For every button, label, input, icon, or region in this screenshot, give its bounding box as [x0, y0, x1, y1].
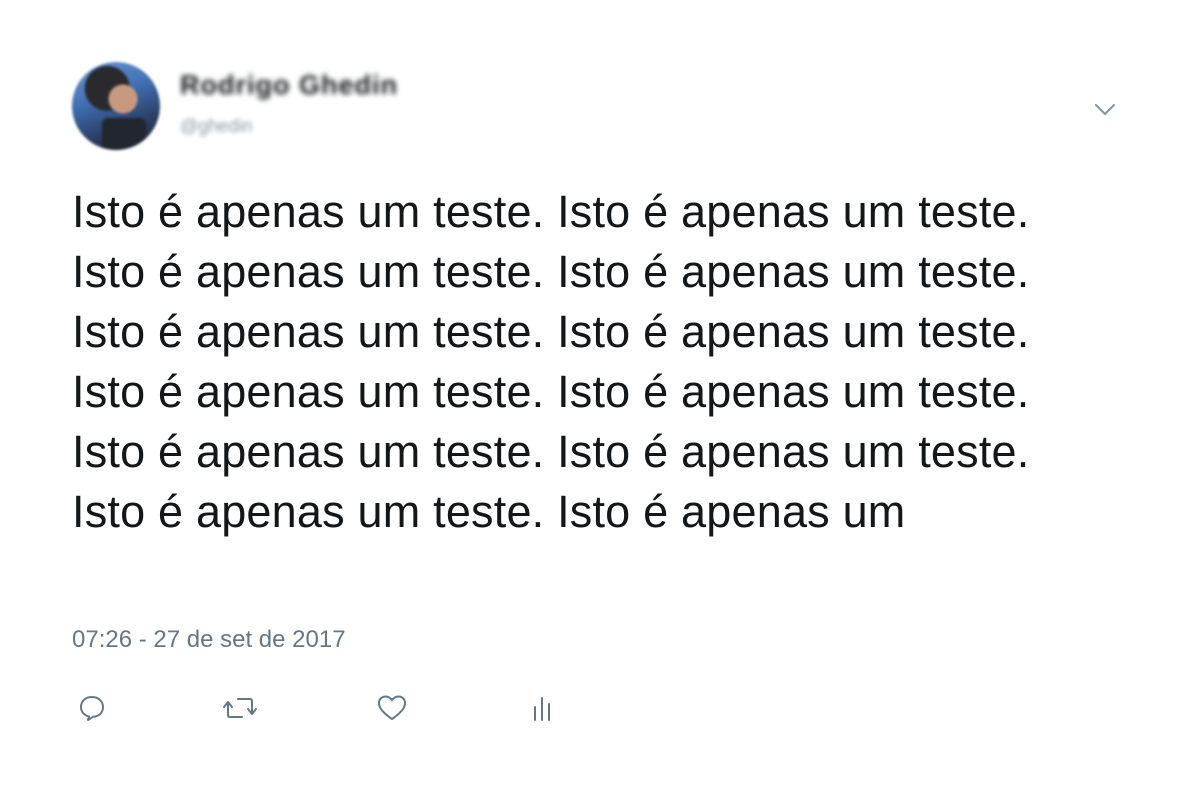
tweet-text: Isto é apenas um teste. Isto é apenas um… [72, 186, 1030, 537]
tweet-timestamp[interactable]: 07:26 - 27 de set de 2017 [72, 626, 346, 654]
retweet-icon[interactable] [220, 688, 260, 728]
user-avatar[interactable] [72, 62, 160, 150]
author-handle[interactable]: @ghedin [180, 116, 252, 137]
avatar-shadow [102, 118, 146, 150]
chevron-down-icon[interactable] [1090, 96, 1120, 124]
analytics-icon[interactable] [522, 688, 562, 728]
tweet-card: Rodrigo Ghedin @ghedin Isto é apenas um … [0, 0, 1200, 800]
author-display-name[interactable]: Rodrigo Ghedin [180, 70, 398, 101]
tweet-actions [0, 688, 1200, 728]
heart-icon[interactable] [372, 688, 412, 728]
reply-icon[interactable] [72, 688, 112, 728]
